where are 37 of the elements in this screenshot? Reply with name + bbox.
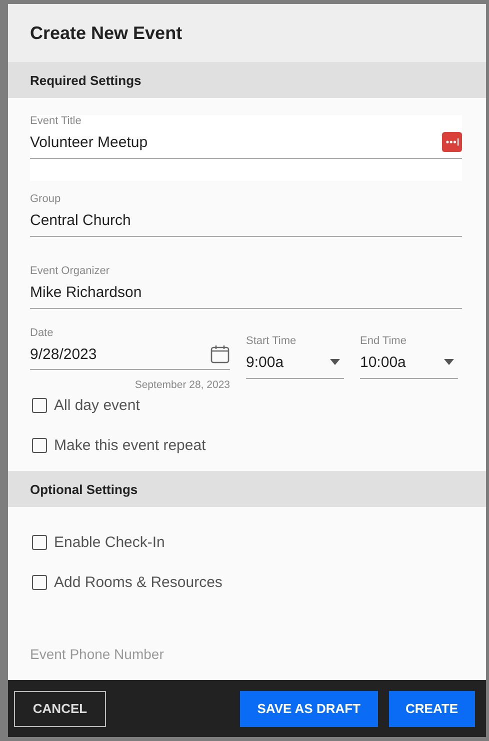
field-value: Volunteer Meetup <box>30 134 148 150</box>
field-label: Date <box>30 327 54 339</box>
create-button[interactable]: CREATE <box>388 690 475 726</box>
field-label: Start Time <box>246 335 298 347</box>
field-value: 10:00a <box>360 354 406 370</box>
checkbox-label: Enable Check-In <box>54 534 165 550</box>
caret-icon <box>330 359 340 365</box>
field-label: Event Phone Number <box>30 646 165 662</box>
checkbox[interactable] <box>32 398 47 412</box>
text-field[interactable]: Group Central Church <box>30 193 462 237</box>
checkbox[interactable] <box>32 534 47 550</box>
field-label: Event Title <box>30 115 82 127</box>
field-label: Group <box>30 193 62 205</box>
field-value: 9:00a <box>246 354 284 370</box>
caret-icon <box>444 359 454 365</box>
checkbox[interactable] <box>32 574 47 590</box>
checkbox[interactable] <box>32 438 47 452</box>
section-heading: Optional Settings <box>30 482 138 496</box>
text-field[interactable]: Event Organizer Mike Richardson <box>30 265 462 309</box>
field-value: Central Church <box>30 212 131 228</box>
cancel-button[interactable]: CANCEL <box>14 690 106 726</box>
dialog-title: Create New Event <box>30 22 182 44</box>
field-label: Event Organizer <box>30 265 110 277</box>
time-dropdown[interactable]: Start Time 9:00a <box>246 335 344 379</box>
checkbox-label: Make this event repeat <box>54 436 206 454</box>
save-draft-button[interactable]: SAVE AS DRAFT <box>240 690 378 726</box>
time-dropdown[interactable]: End Time 10:00a <box>360 335 458 379</box>
section-heading: Required Settings <box>30 72 142 88</box>
calendar-icon[interactable] <box>210 344 230 364</box>
dots-icon[interactable] <box>442 132 462 152</box>
field-value: 9/28/2023 <box>30 346 97 362</box>
field-value: Mike Richardson <box>30 284 142 300</box>
checkbox-label: All day event <box>54 396 140 414</box>
checkbox-label: Add Rooms & Resources <box>54 574 222 590</box>
date-hint: September 28, 2023 <box>134 379 230 391</box>
date-field[interactable]: Date 9/28/2023 <box>30 327 230 370</box>
field-label: End Time <box>360 335 408 347</box>
